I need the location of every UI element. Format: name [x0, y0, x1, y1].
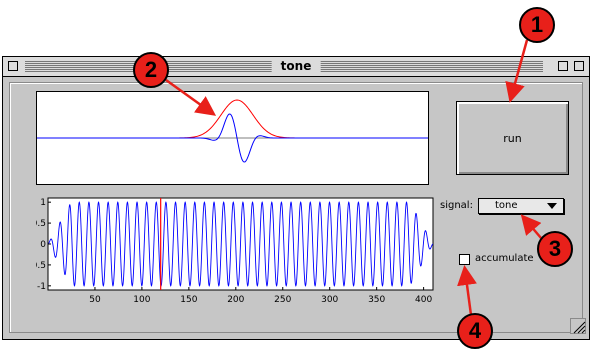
callout-3-label: 3 — [548, 236, 562, 261]
callout-2: 2 — [133, 52, 169, 88]
callout-1-label: 1 — [530, 12, 544, 37]
arrow-4 — [457, 265, 477, 316]
callout-4: 4 — [457, 313, 493, 349]
arrow-1 — [505, 39, 529, 103]
arrow-3 — [520, 214, 542, 239]
callout-4-label: 4 — [468, 318, 482, 343]
callout-1: 1 — [519, 7, 555, 43]
callout-arrows — [165, 39, 542, 316]
callout-3: 3 — [537, 231, 573, 267]
callout-2-label: 2 — [144, 57, 158, 82]
arrow-2 — [165, 78, 217, 116]
